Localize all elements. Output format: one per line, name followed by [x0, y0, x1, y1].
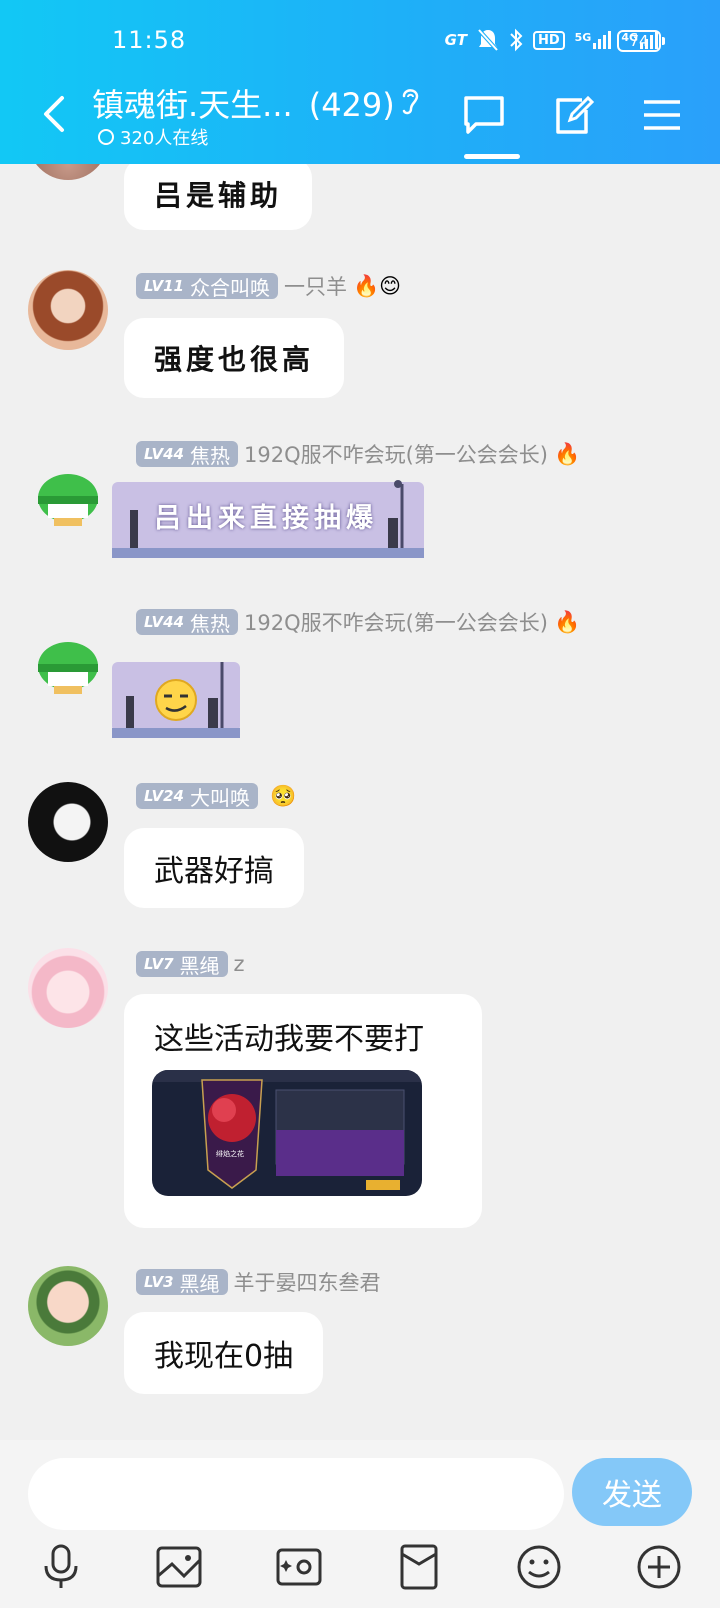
message-text: 强度也很高 — [154, 343, 315, 376]
game-screenshot-image[interactable]: 绯焰之花 — [152, 1070, 422, 1196]
message-bubble[interactable]: 强度也很高 — [124, 318, 345, 398]
message-input[interactable] — [28, 1458, 564, 1530]
bell-muted-icon — [477, 28, 499, 52]
level-badge: LV24 大叫唤 — [136, 783, 258, 810]
microphone-icon[interactable] — [36, 1542, 86, 1592]
input-bar: 发送 — [0, 1440, 720, 1608]
level-badge: LV7 黑绳 — [136, 951, 228, 978]
smirk-face-sticker — [112, 662, 240, 738]
avatar[interactable] — [28, 456, 108, 536]
online-status: 320人在线 — [98, 124, 208, 150]
screenshot-caption: 绯焰之花 — [216, 1149, 244, 1158]
status-emojis: 🔥 — [553, 609, 581, 634]
level-badge: LV3 黑绳 — [136, 1269, 228, 1296]
message-meta: LV3 黑绳 羊于晏四东叁君 — [136, 1268, 381, 1296]
green-helmet-avatar — [38, 642, 98, 694]
camera-icon[interactable] — [274, 1542, 324, 1592]
message-text: 我现在0抽 — [154, 1339, 294, 1374]
message-text: 武器好搞 — [154, 854, 274, 889]
online-icon — [98, 129, 114, 145]
green-helmet-avatar — [38, 474, 98, 526]
message-bubble[interactable]: 武器好搞 — [124, 828, 304, 908]
group-name: 镇魂街.天生... — [92, 86, 293, 124]
bluetooth-icon — [510, 28, 523, 52]
message-meta: LV24 大叫唤 🥺 — [136, 782, 296, 810]
message-meta: LV44 焦热 192Q服不咋会玩(第一公会会长) 🔥 — [136, 608, 580, 636]
message-text: 这些活动我要不要打 — [154, 1022, 424, 1057]
avatar[interactable] — [28, 782, 108, 862]
chat-bubble-icon[interactable] — [462, 94, 506, 136]
avatar[interactable] — [28, 624, 108, 704]
status-emojis: 🔥 — [553, 441, 581, 466]
send-button[interactable]: 发送 — [572, 1458, 692, 1526]
status-time: 11:58 — [112, 26, 187, 54]
status-bar: 11:58 GT HD 5G 4G 74 — [0, 22, 720, 62]
message-bubble[interactable]: 吕是辅助 — [124, 158, 313, 230]
sender-nickname[interactable]: 一只羊 — [284, 271, 347, 301]
ear-icon[interactable] — [398, 84, 422, 118]
sticker-image[interactable] — [112, 658, 242, 742]
message-text: 吕是辅助 — [154, 179, 283, 212]
level-badge: LV44 焦热 — [136, 441, 238, 468]
edit-note-icon[interactable] — [552, 94, 596, 136]
gt-network-icon: GT — [444, 31, 467, 49]
status-emojis: 🔥😊 — [352, 273, 402, 298]
red-packet-icon[interactable] — [394, 1542, 444, 1592]
image-icon[interactable] — [154, 1542, 204, 1592]
sender-nickname[interactable]: z — [234, 952, 245, 976]
sender-nickname[interactable]: 192Q服不咋会玩(第一公会会长) — [244, 607, 548, 637]
back-arrow-icon[interactable] — [40, 94, 66, 134]
sticker-image[interactable]: 吕出来直接抽爆 — [112, 478, 424, 564]
sender-nickname[interactable]: 羊于晏四东叁君 — [234, 1267, 381, 1297]
status-emojis: 🥺 — [269, 783, 297, 808]
avatar[interactable] — [28, 948, 108, 1028]
hd-icon: HD — [532, 30, 565, 50]
sender-nickname[interactable]: 192Q服不咋会玩(第一公会会长) — [244, 439, 548, 469]
level-badge: LV11 众合叫唤 — [136, 273, 278, 300]
group-title[interactable]: 镇魂街.天生... (429) — [92, 80, 395, 126]
member-count: (429) — [308, 86, 395, 124]
online-count: 320人在线 — [120, 128, 209, 149]
message-meta: LV7 黑绳 z — [136, 950, 245, 978]
active-tab-indicator — [464, 154, 520, 159]
menu-icon[interactable] — [640, 94, 684, 136]
sticker-caption: 吕出来直接抽爆 — [154, 503, 378, 534]
screenshot-preview: 绯焰之花 — [152, 1070, 422, 1196]
chat-header: 11:58 GT HD 5G 4G 74 镇魂街.天生... (429) 320人… — [0, 0, 720, 164]
message-meta: LV44 焦热 192Q服不咋会玩(第一公会会长) 🔥 — [136, 440, 580, 468]
message-meta: LV11 众合叫唤 一只羊 🔥😊 — [136, 272, 401, 300]
plus-icon[interactable] — [634, 1542, 684, 1592]
message-bubble[interactable]: 我现在0抽 — [124, 1312, 324, 1394]
avatar[interactable] — [28, 270, 108, 350]
emoji-icon[interactable] — [514, 1542, 564, 1592]
signal-5g-icon: 5G — [575, 31, 612, 49]
battery-indicator: 74 — [617, 30, 665, 52]
avatar[interactable] — [28, 1266, 108, 1346]
level-badge: LV44 焦热 — [136, 609, 238, 636]
